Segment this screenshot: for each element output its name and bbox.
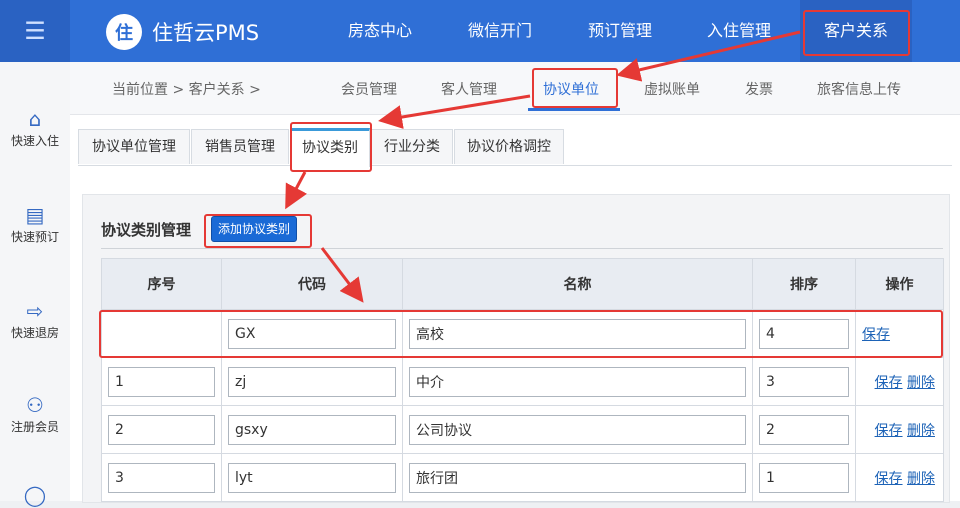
no-input[interactable]	[108, 366, 215, 397]
table-row: 保存 删除	[101, 453, 944, 502]
cell-code	[221, 453, 403, 502]
sidebar-item-quick-checkout[interactable]: ⇨ 快速退房	[0, 298, 70, 341]
cell-actions: 保存 删除	[855, 357, 944, 406]
table-row: 保存	[101, 309, 944, 358]
cell-name	[402, 357, 753, 406]
delete-link[interactable]: 删除	[907, 423, 935, 439]
save-link[interactable]: 保存	[875, 375, 903, 391]
cell-sort	[752, 405, 856, 454]
topnav-customer-relations[interactable]: 客户关系	[800, 0, 912, 62]
cell-actions: 保存	[855, 309, 944, 358]
no-input[interactable]	[108, 414, 215, 445]
sort-input[interactable]	[759, 318, 849, 349]
sort-input[interactable]	[759, 462, 849, 493]
menu-toggle-icon[interactable]: ☰	[0, 0, 70, 62]
save-link[interactable]: 保存	[862, 327, 890, 343]
sidebar: ⌂ 快速入住 ▤ 快速预订 ⇨ 快速退房 ⚇ 注册会员 ◯	[0, 62, 71, 507]
tab-bar: 协议单位管理 销售员管理 协议类别 行业分类 协议价格调控	[78, 128, 952, 167]
code-input[interactable]	[228, 414, 396, 445]
sidebar-item-more[interactable]: ◯	[0, 482, 70, 508]
subnav-active-indicator	[528, 108, 620, 111]
topnav-reservations[interactable]: 预订管理	[566, 0, 674, 62]
tab-salesperson-management[interactable]: 销售员管理	[191, 129, 289, 164]
sidebar-item-register-member[interactable]: ⚇ 注册会员	[0, 392, 70, 435]
agreement-category-panel: 协议类别管理 添加协议类别 序号 代码 名称 排序 操作 GX 高校 4 保存 …	[82, 194, 950, 503]
table-row: 保存 删除	[101, 357, 944, 406]
cell-sort	[752, 357, 856, 406]
column-header-name: 名称	[402, 258, 753, 310]
cell-code	[221, 405, 403, 454]
breadcrumb: 当前位置 > 客户关系 >	[112, 82, 261, 98]
delete-link[interactable]: 删除	[907, 375, 935, 391]
table-row: 保存 删除	[101, 405, 944, 454]
column-header-no: 序号	[101, 258, 222, 310]
sidebar-item-label: 快速入住	[10, 134, 59, 148]
sort-input[interactable]	[759, 366, 849, 397]
code-input[interactable]	[228, 462, 396, 493]
add-user-icon: ⚇	[26, 393, 44, 417]
sidebar-item-quick-booking[interactable]: ▤ 快速预订	[0, 202, 70, 245]
cell-no	[101, 405, 222, 454]
cell-no	[101, 309, 222, 358]
logo-text: 住哲云PMS	[152, 21, 260, 45]
sidebar-item-label: 快速预订	[10, 230, 59, 244]
exit-icon: ⇨	[26, 299, 44, 323]
name-input[interactable]	[409, 318, 746, 349]
cell-sort	[752, 309, 856, 358]
name-input[interactable]	[409, 414, 746, 445]
name-input[interactable]	[409, 462, 746, 493]
document-icon: ▤	[25, 203, 45, 227]
divider	[101, 248, 943, 249]
save-link[interactable]: 保存	[875, 423, 903, 439]
topnav-room-status[interactable]: 房态中心	[326, 0, 434, 62]
tab-industry-classification[interactable]: 行业分类	[371, 129, 453, 164]
cell-no	[101, 357, 222, 406]
no-input[interactable]	[108, 462, 215, 493]
cell-code	[221, 309, 403, 358]
agreement-category-table: 序号 代码 名称 排序 操作 保存	[101, 258, 944, 502]
name-input[interactable]	[409, 366, 746, 397]
subnav-guest-management[interactable]: 客人管理	[441, 79, 497, 99]
tab-agreement-price-control[interactable]: 协议价格调控	[454, 129, 564, 164]
logo: 住 住哲云PMS	[106, 14, 259, 50]
code-input[interactable]	[228, 318, 396, 349]
cell-no	[101, 453, 222, 502]
cell-name	[402, 309, 753, 358]
cell-sort	[752, 453, 856, 502]
sidebar-item-quick-checkin[interactable]: ⌂ 快速入住	[0, 106, 70, 149]
sidebar-item-label: 注册会员	[10, 420, 59, 434]
breadcrumb-bar: 当前位置 > 客户关系 > 会员管理 客人管理 协议单位 虚拟账单 发票 旅客信…	[70, 62, 960, 115]
add-agreement-category-button[interactable]: 添加协议类别	[211, 216, 298, 242]
tab-agreement-unit-management[interactable]: 协议单位管理	[78, 129, 190, 164]
main-content: 当前位置 > 客户关系 > 会员管理 客人管理 协议单位 虚拟账单 发票 旅客信…	[70, 62, 960, 503]
delete-link[interactable]: 删除	[907, 471, 935, 487]
subnav-virtual-bills[interactable]: 虚拟账单	[644, 79, 700, 99]
column-header-sort: 排序	[752, 258, 856, 310]
tab-agreement-categories[interactable]: 协议类别	[290, 128, 370, 167]
logo-icon: 住	[106, 14, 142, 50]
panel-title: 协议类别管理	[101, 221, 192, 239]
subnav-member-management[interactable]: 会员管理	[341, 79, 397, 99]
cell-name	[402, 405, 753, 454]
home-icon: ⌂	[28, 107, 42, 131]
cell-name	[402, 453, 753, 502]
subnav-invoices[interactable]: 发票	[745, 79, 773, 99]
topnav-checkin[interactable]: 入住管理	[685, 0, 793, 62]
save-link[interactable]: 保存	[875, 471, 903, 487]
topnav-wechat-door[interactable]: 微信开门	[446, 0, 554, 62]
sort-input[interactable]	[759, 414, 849, 445]
cell-code	[221, 357, 403, 406]
user-icon: ◯	[23, 483, 47, 507]
table-header-row: 序号 代码 名称 排序 操作	[101, 258, 944, 310]
code-input[interactable]	[228, 366, 396, 397]
column-header-code: 代码	[221, 258, 403, 310]
cell-actions: 保存 删除	[855, 453, 944, 502]
top-bar: ☰ 住 住哲云PMS 房态中心 微信开门 预订管理 入住管理 客户关系	[0, 0, 960, 62]
cell-actions: 保存 删除	[855, 405, 944, 454]
subnav-traveler-upload[interactable]: 旅客信息上传	[817, 79, 901, 99]
sidebar-item-label: 快速退房	[10, 326, 59, 340]
column-header-actions: 操作	[855, 258, 944, 310]
subnav-agreement-units[interactable]: 协议单位	[543, 79, 599, 99]
